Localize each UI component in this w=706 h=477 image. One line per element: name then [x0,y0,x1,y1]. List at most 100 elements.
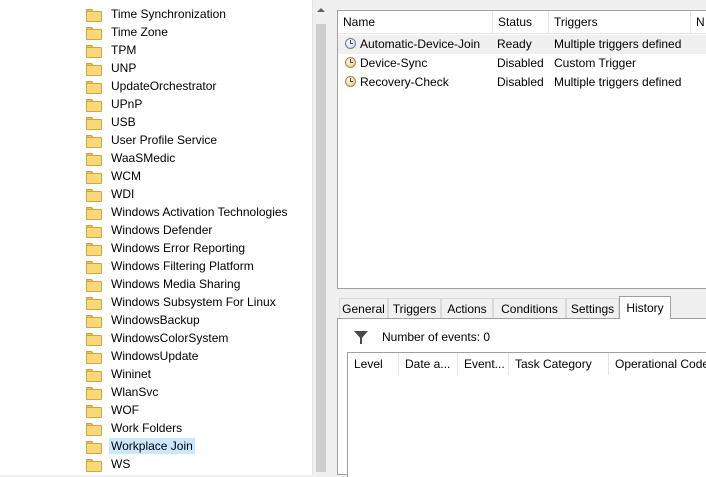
folder-icon [86,224,102,238]
tree-item[interactable]: Windows Media Sharing [86,275,242,293]
clock-icon [345,38,356,49]
tree-item[interactable]: Windows Error Reporting [86,239,247,257]
scrollbar-thumb[interactable] [316,24,326,472]
folder-icon [86,350,102,364]
folder-icon [86,170,102,184]
tree-item-label: User Profile Service [111,133,218,147]
tree-item[interactable]: Time Zone [86,23,170,41]
tree-item-label: Windows Subsystem For Linux [111,295,276,309]
tree-item[interactable]: UpdateOrchestrator [86,77,218,95]
folder-icon [86,62,102,76]
tree-item-label: WOF [111,403,139,417]
tab-history[interactable]: History [619,296,671,319]
tree-item[interactable]: Windows Defender [86,221,214,239]
tree-item[interactable]: WDI [86,185,136,203]
tree-item-label: TPM [111,43,137,57]
history-toolbar: Number of events: 0 [338,319,706,352]
folder-icon [86,98,102,112]
tree-item[interactable]: UNP [86,59,138,77]
tree-item-label: WCM [111,169,141,183]
tree-item[interactable]: WOF [86,401,141,419]
folder-icon [86,188,102,202]
task-list-header: Name Status Triggers N [338,11,706,34]
tree-item-label: WindowsColorSystem [111,331,229,345]
folder-icon [86,440,102,454]
column-header-name[interactable]: Name [338,11,493,33]
tree-item-label: WS [111,457,131,471]
tree-item-label: WindowsBackup [111,313,200,327]
tree-item-label: WDI [111,187,135,201]
folder-icon [86,206,102,220]
tree-item[interactable]: WCM [86,167,143,185]
task-row[interactable]: Device-Sync Disabled Custom Trigger [338,54,706,73]
tree-item[interactable]: WindowsBackup [86,311,202,329]
tab-actions[interactable]: Actions [441,298,493,318]
scroll-up-arrow-icon[interactable] [317,8,325,12]
task-triggers: Multiple triggers defined [554,75,682,89]
column-header-task-category[interactable]: Task Category [509,353,609,375]
tree-item[interactable]: User Profile Service [86,131,219,149]
tree-item[interactable]: Windows Activation Technologies [86,203,290,221]
folder-icon [86,314,102,328]
tree-item-label: WaaSMedic [111,151,176,165]
task-row[interactable]: Recovery-Check Disabled Multiple trigger… [338,73,706,92]
tree-item[interactable]: Windows Subsystem For Linux [86,293,278,311]
tree-item-label: Time Zone [111,25,168,39]
tree-item[interactable]: Work Folders [86,419,184,437]
tab-triggers[interactable]: Triggers [388,298,441,318]
tree-item[interactable]: Time Synchronization [86,5,228,23]
column-header-triggers[interactable]: Triggers [549,11,691,33]
folder-icon [86,152,102,166]
folder-icon [86,368,102,382]
tree-item[interactable]: Windows Filtering Platform [86,257,256,275]
tree-item-label: Windows Defender [111,223,213,237]
tree-item-label: UNP [111,61,137,75]
tree-item-label: WlanSvc [111,385,159,399]
tree-item-label: WindowsUpdate [111,349,199,363]
column-header-event-id[interactable]: Event... [458,353,509,375]
task-list: Name Status Triggers N Automatic-Device-… [337,10,706,289]
tree-item-label: UpdateOrchestrator [111,79,217,93]
folder-icon [86,296,102,310]
tree-item-label: Work Folders [111,421,183,435]
tree-item[interactable]: WlanSvc [86,383,160,401]
task-status: Disabled [497,56,544,70]
pane-splitter[interactable] [330,0,336,475]
column-header-date[interactable]: Date a... [399,353,458,375]
tab-conditions[interactable]: Conditions [493,298,566,318]
tree-item-label: UPnP [111,97,143,111]
task-row[interactable]: Automatic-Device-Join Ready Multiple tri… [338,35,706,54]
task-triggers: Custom Trigger [554,56,637,70]
column-header-level[interactable]: Level [348,353,399,375]
task-name: Recovery-Check [360,75,449,89]
filter-icon[interactable] [354,331,368,344]
tree-item[interactable]: UPnP [86,95,144,113]
tab-general[interactable]: General [339,298,388,318]
task-name: Automatic-Device-Join [360,37,481,51]
tree-item[interactable]: USB [86,113,138,131]
task-status: Ready [497,37,532,51]
tree-item[interactable]: WaaSMedic [86,149,177,167]
column-header-operational-code[interactable]: Operational Code [609,353,706,375]
tree-item-label: Windows Activation Technologies [111,205,288,219]
tree-item[interactable]: TPM [86,41,138,59]
tree-item-label: Wininet [111,367,152,381]
column-header-status[interactable]: Status [493,11,549,33]
tree-scrollbar[interactable] [312,0,330,475]
event-count: Number of events: 0 [382,330,491,344]
column-header-next-run[interactable]: N [691,11,706,33]
tree-item[interactable]: Workplace Join [86,437,195,455]
tree-item[interactable]: WindowsColorSystem [86,329,230,347]
clock-disabled-icon [345,57,356,68]
tree-item[interactable]: Wininet [86,365,153,383]
folder-tree: Time Synchronization Time Zone TPM UNP Updat… [0,0,312,475]
tree-item-label: Windows Error Reporting [111,241,246,255]
tree-item[interactable]: WindowsUpdate [86,347,200,365]
tree-item[interactable]: WS [86,455,132,473]
folder-icon [86,422,102,436]
task-name: Device-Sync [360,56,428,70]
folder-icon [86,404,102,418]
folder-icon [86,8,102,22]
task-status: Disabled [497,75,544,89]
tab-settings[interactable]: Settings [566,298,619,318]
